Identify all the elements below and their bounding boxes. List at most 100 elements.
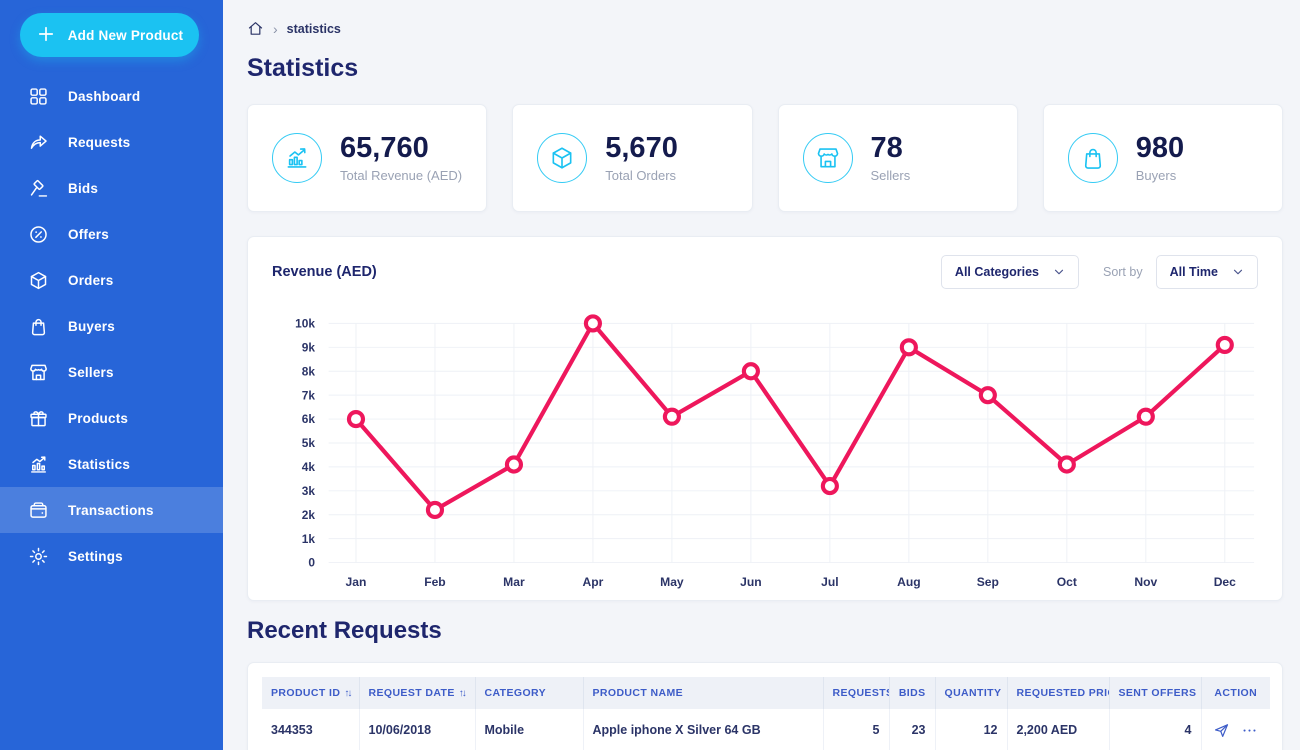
- column-header-category: CATEGORY: [475, 677, 583, 709]
- storefront-icon: [803, 133, 853, 183]
- wallet-icon: [28, 500, 49, 521]
- cell-product-name: Apple iphone X Silver 64 GB: [583, 709, 823, 750]
- svg-text:6k: 6k: [302, 412, 316, 426]
- shopping-bag-icon: [1068, 133, 1118, 183]
- stat-label: Sellers: [871, 168, 911, 183]
- more-dots-icon[interactable]: [1241, 722, 1258, 739]
- svg-text:Dec: Dec: [1214, 575, 1236, 589]
- svg-text:Jun: Jun: [740, 575, 762, 589]
- gift-box-icon: [28, 408, 49, 429]
- svg-text:0: 0: [308, 556, 315, 570]
- cell-product-id: 344353: [262, 709, 359, 750]
- sidebar: Add New Product Dashboard Requests Bids Off…: [0, 0, 223, 750]
- sidebar-item-transactions[interactable]: Transactions: [0, 487, 223, 533]
- recent-requests-table: PRODUCT ID↑↓REQUEST DATE↑↓CATEGORYPRODUC…: [262, 677, 1270, 750]
- sidebar-item-products[interactable]: Products: [0, 395, 223, 441]
- sort-icon[interactable]: ↑↓: [459, 688, 465, 699]
- svg-text:4k: 4k: [302, 460, 316, 474]
- chart-header: Revenue (AED) All Categories Sort by All…: [272, 255, 1258, 289]
- svg-text:Sep: Sep: [977, 575, 999, 589]
- table-body: 34435310/06/2018MobileApple iphone X Sil…: [262, 709, 1270, 750]
- stat-value: 980: [1136, 133, 1184, 163]
- gavel-icon: [28, 178, 49, 199]
- sidebar-nav: Dashboard Requests Bids Offers Orders Buyers S…: [0, 73, 223, 579]
- stat-card-total-orders: 5,670Total Orders: [512, 104, 752, 212]
- sidebar-item-requests[interactable]: Requests: [0, 119, 223, 165]
- recent-requests-title: Recent Requests: [247, 617, 1283, 645]
- svg-text:Jan: Jan: [346, 575, 367, 589]
- svg-text:Feb: Feb: [424, 575, 446, 589]
- sidebar-item-label: Offers: [68, 227, 109, 242]
- sidebar-item-label: Bids: [68, 181, 98, 196]
- grid-icon: [28, 86, 49, 107]
- add-new-product-label: Add New Product: [68, 28, 184, 43]
- add-new-product-button[interactable]: Add New Product: [20, 13, 199, 57]
- sidebar-item-settings[interactable]: Settings: [0, 533, 223, 579]
- sidebar-item-label: Buyers: [68, 319, 115, 334]
- page-title: Statistics: [247, 54, 1283, 83]
- time-filter-value: All Time: [1170, 265, 1218, 279]
- sidebar-item-label: Dashboard: [68, 89, 140, 104]
- stat-card-sellers: 78Sellers: [778, 104, 1018, 212]
- recent-requests-table-card: PRODUCT ID↑↓REQUEST DATE↑↓CATEGORYPRODUC…: [247, 662, 1283, 750]
- svg-text:Oct: Oct: [1057, 575, 1077, 589]
- revenue-chart-card: Revenue (AED) All Categories Sort by All…: [247, 236, 1283, 601]
- sidebar-item-bids[interactable]: Bids: [0, 165, 223, 211]
- main-content: › statistics Statistics 65,760Total Reve…: [223, 0, 1300, 750]
- breadcrumb-separator: ›: [273, 22, 278, 36]
- sidebar-item-label: Settings: [68, 549, 123, 564]
- home-icon[interactable]: [247, 20, 264, 37]
- svg-text:Jul: Jul: [821, 575, 838, 589]
- revenue-line-chart: 01k2k3k4k5k6k7k8k9k10kJanFebMarAprMayJun…: [272, 299, 1258, 592]
- svg-text:Aug: Aug: [897, 575, 921, 589]
- column-header-requests: REQUESTS: [823, 677, 889, 709]
- stat-label: Buyers: [1136, 168, 1184, 183]
- shopping-bag-icon: [28, 316, 49, 337]
- cell-quantity: 12: [935, 709, 1007, 750]
- stat-value: 65,760: [340, 133, 462, 163]
- cell-sent-offers: 4: [1109, 709, 1201, 750]
- column-header-sent-offers: SENT OFFERS: [1109, 677, 1201, 709]
- cell-action: [1201, 709, 1270, 750]
- category-filter-value: All Categories: [955, 265, 1039, 279]
- column-header-product-id[interactable]: PRODUCT ID↑↓: [262, 677, 359, 709]
- stat-card-buyers: 980 Buyers: [1043, 104, 1283, 212]
- plus-icon: [36, 24, 56, 47]
- send-icon[interactable]: [1213, 722, 1230, 739]
- stat-card-total-revenue-aed: 65,760Total Revenue (AED): [247, 104, 487, 212]
- sidebar-item-statistics[interactable]: Statistics: [0, 441, 223, 487]
- storefront-icon: [28, 362, 49, 383]
- time-filter-select[interactable]: All Time: [1156, 255, 1258, 289]
- category-filter-select[interactable]: All Categories: [941, 255, 1079, 289]
- svg-text:Apr: Apr: [583, 575, 604, 589]
- table-header-row: PRODUCT ID↑↓REQUEST DATE↑↓CATEGORYPRODUC…: [262, 677, 1270, 709]
- sidebar-item-label: Transactions: [68, 503, 154, 518]
- sort-by-label: Sort by: [1103, 265, 1143, 279]
- svg-text:10k: 10k: [295, 317, 315, 331]
- svg-text:Mar: Mar: [503, 575, 525, 589]
- gear-icon: [28, 546, 49, 567]
- sidebar-item-offers[interactable]: Offers: [0, 211, 223, 257]
- svg-text:7k: 7k: [302, 388, 316, 402]
- stat-label: Total Orders: [605, 168, 678, 183]
- sidebar-item-label: Sellers: [68, 365, 114, 380]
- sidebar-item-orders[interactable]: Orders: [0, 257, 223, 303]
- cell-category: Mobile: [475, 709, 583, 750]
- sort-icon[interactable]: ↑↓: [344, 688, 350, 699]
- svg-text:9k: 9k: [302, 340, 316, 354]
- svg-text:8k: 8k: [302, 364, 316, 378]
- cell-request-date: 10/06/2018: [359, 709, 475, 750]
- column-header-request-date[interactable]: REQUEST DATE↑↓: [359, 677, 475, 709]
- sidebar-item-buyers[interactable]: Buyers: [0, 303, 223, 349]
- sidebar-item-dashboard[interactable]: Dashboard: [0, 73, 223, 119]
- svg-text:May: May: [660, 575, 684, 589]
- sidebar-item-sellers[interactable]: Sellers: [0, 349, 223, 395]
- stat-cards-row: 65,760Total Revenue (AED)5,670Total Orde…: [247, 104, 1283, 212]
- table-row[interactable]: 34435310/06/2018MobileApple iphone X Sil…: [262, 709, 1270, 750]
- cell-requested-price: 2,200 AED: [1007, 709, 1109, 750]
- cube-icon: [28, 270, 49, 291]
- forward-arrow-icon: [28, 132, 49, 153]
- chevron-down-icon: [1232, 266, 1244, 278]
- column-header-action: ACTION: [1201, 677, 1270, 709]
- sidebar-item-label: Products: [68, 411, 128, 426]
